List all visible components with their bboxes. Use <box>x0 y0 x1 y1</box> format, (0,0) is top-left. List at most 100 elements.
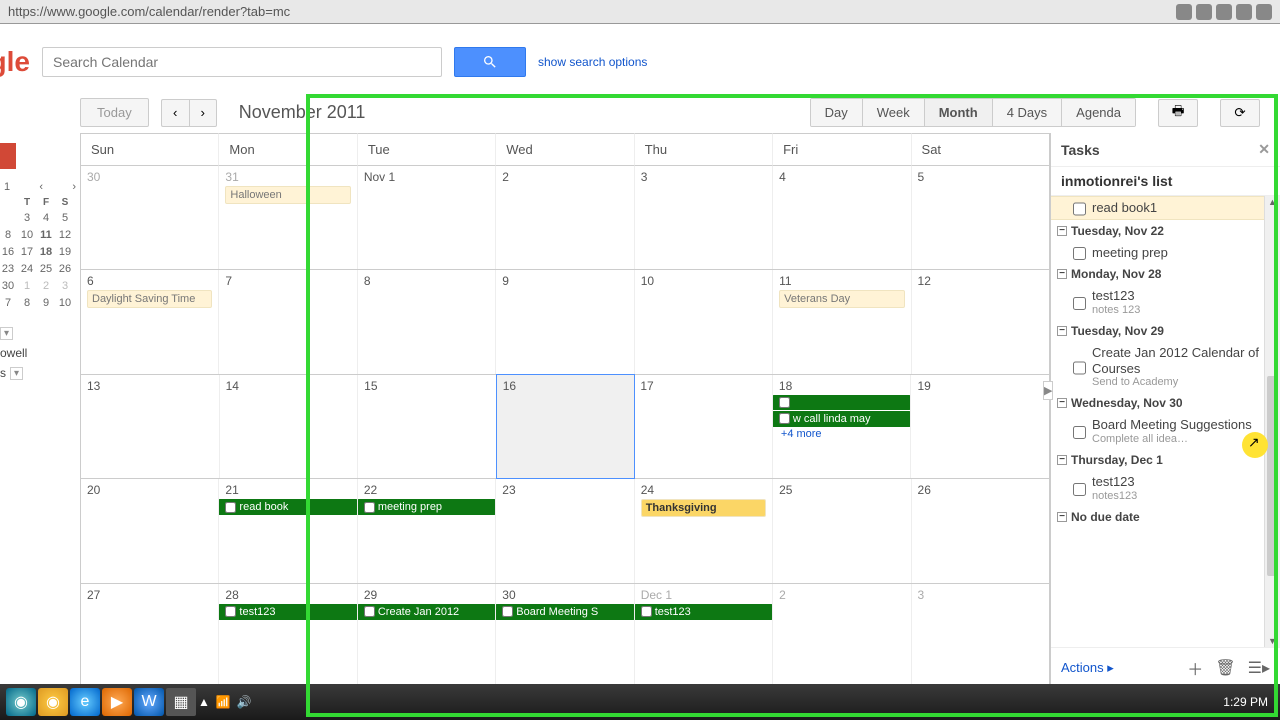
task-item[interactable]: meeting prep <box>1051 242 1280 264</box>
task-checkbox[interactable] <box>779 413 790 424</box>
taskbar-app-icon[interactable]: ▦ <box>166 688 196 716</box>
day-cell[interactable]: 6Daylight Saving Time <box>81 270 219 373</box>
view-tab-day[interactable]: Day <box>811 99 863 126</box>
start-button[interactable]: ◉ <box>6 688 36 716</box>
collapse-icon[interactable]: − <box>1057 398 1067 408</box>
close-icon[interactable]: ✕ <box>1258 141 1270 158</box>
tasks-actions-menu[interactable]: Actions ▸ <box>1061 660 1114 676</box>
day-cell[interactable]: Dec 1test123 <box>635 584 773 687</box>
refresh-button[interactable]: ⟳ <box>1220 99 1260 127</box>
task-group-header[interactable]: −Wednesday, Nov 30 <box>1051 392 1280 414</box>
task-list-menu-icon[interactable]: ☰▸ <box>1248 658 1270 678</box>
search-button[interactable] <box>454 47 526 77</box>
taskbar-clock[interactable]: 1:29 PM <box>1223 695 1274 709</box>
calendar-event[interactable]: meeting prep <box>358 499 496 515</box>
taskbar-ie-icon[interactable]: e <box>70 688 100 716</box>
day-cell[interactable]: 26 <box>912 479 1049 582</box>
task-group-header[interactable]: −No due date <box>1051 506 1280 528</box>
create-button[interactable] <box>0 143 16 169</box>
day-cell[interactable]: 19 <box>911 375 1049 478</box>
scrollbar-thumb[interactable] <box>1267 376 1278 576</box>
task-item[interactable]: test123notes 123 <box>1051 285 1280 320</box>
taskbar-word-icon[interactable]: W <box>134 688 164 716</box>
windows-taskbar[interactable]: ◉ ◉ e ▶ W ▦ ▲ 📶 🔊 1:29 PM <box>0 684 1280 720</box>
show-search-options-link[interactable]: show search options <box>538 55 647 69</box>
task-checkbox[interactable] <box>364 606 375 617</box>
task-checkbox[interactable] <box>502 606 513 617</box>
day-cell[interactable]: 15 <box>358 375 497 478</box>
day-cell[interactable]: 28test123 <box>219 584 357 687</box>
mini-calendar[interactable]: 1 ‹ › TFS3458101112161718192324252630123… <box>0 181 80 310</box>
task-item[interactable]: test123notes123 <box>1051 471 1280 506</box>
collapse-icon[interactable]: − <box>1057 512 1067 522</box>
task-group-header[interactable]: −Tuesday, Nov 29 <box>1051 320 1280 342</box>
my-calendars-header[interactable]: ▾ <box>0 324 80 343</box>
day-cell[interactable]: 9 <box>496 270 634 373</box>
view-tab-agenda[interactable]: Agenda <box>1062 99 1135 126</box>
day-cell[interactable]: 3 <box>635 166 773 269</box>
day-cell[interactable]: 4 <box>773 166 911 269</box>
task-checkbox[interactable] <box>779 397 790 408</box>
search-input[interactable] <box>42 47 442 77</box>
day-cell[interactable]: 18w call linda may+4 more <box>773 375 912 478</box>
day-cell[interactable]: 27 <box>81 584 219 687</box>
calendar-entry[interactable]: owell <box>0 343 80 363</box>
day-cell[interactable]: 29Create Jan 2012 <box>358 584 496 687</box>
task-checkbox[interactable] <box>225 502 236 513</box>
calendar-event[interactable]: read book <box>219 499 357 515</box>
calendar-event[interactable]: test123 <box>635 604 773 620</box>
calendar-event[interactable]: Board Meeting S <box>496 604 634 620</box>
day-cell[interactable]: 3 <box>912 584 1049 687</box>
taskbar-media-icon[interactable]: ▶ <box>102 688 132 716</box>
day-cell[interactable]: 30 <box>81 166 219 269</box>
task-checkbox[interactable] <box>364 502 375 513</box>
view-tab-4-days[interactable]: 4 Days <box>993 99 1062 126</box>
task-checkbox[interactable] <box>1073 476 1086 503</box>
taskbar-chrome-icon[interactable]: ◉ <box>38 688 68 716</box>
day-cell[interactable]: 10 <box>635 270 773 373</box>
day-cell[interactable]: 21read book <box>219 479 357 582</box>
view-tab-week[interactable]: Week <box>863 99 925 126</box>
more-events-link[interactable]: +4 more <box>779 428 905 440</box>
day-cell[interactable]: 30Board Meeting S <box>496 584 634 687</box>
next-month-button[interactable]: › <box>189 99 217 127</box>
task-checkbox[interactable] <box>1073 202 1086 216</box>
day-cell[interactable]: 23 <box>496 479 634 582</box>
scroll-down-icon[interactable]: ▼ <box>1265 636 1280 646</box>
view-tab-month[interactable]: Month <box>925 99 993 126</box>
day-cell[interactable]: 25 <box>773 479 911 582</box>
day-cell[interactable]: Nov 1 <box>358 166 496 269</box>
prev-month-button[interactable]: ‹ <box>161 99 189 127</box>
task-checkbox[interactable] <box>1073 347 1086 389</box>
day-cell[interactable]: 14 <box>220 375 359 478</box>
delete-task-icon[interactable]: 🗑 <box>1215 658 1235 678</box>
day-cell[interactable]: 2 <box>496 166 634 269</box>
task-checkbox[interactable] <box>1073 290 1086 317</box>
print-button[interactable]: 🖶 <box>1158 99 1198 127</box>
day-cell[interactable]: 7 <box>219 270 357 373</box>
collapse-icon[interactable]: − <box>1057 455 1067 465</box>
calendar-event[interactable]: Veterans Day <box>779 290 904 308</box>
task-group-header[interactable]: −Tuesday, Nov 22 <box>1051 220 1280 242</box>
mini-prev-icon[interactable]: ‹ <box>39 181 43 193</box>
task-item[interactable]: Create Jan 2012 Calendar of CoursesSend … <box>1051 342 1280 392</box>
tasks-scrollbar[interactable]: ▲ ▼ <box>1264 196 1280 647</box>
task-group-header[interactable]: −Monday, Nov 28 <box>1051 263 1280 285</box>
day-cell[interactable]: 31Halloween <box>219 166 357 269</box>
add-task-icon[interactable]: ＋ <box>1187 656 1203 680</box>
day-cell[interactable]: 5 <box>912 166 1049 269</box>
day-cell[interactable]: 12 <box>912 270 1049 373</box>
day-cell[interactable]: 22meeting prep <box>358 479 496 582</box>
day-cell[interactable]: 11Veterans Day <box>773 270 911 373</box>
day-cell[interactable]: 2 <box>773 584 911 687</box>
tasks-body[interactable]: read book1❯−Tuesday, Nov 22meeting prep−… <box>1051 195 1280 648</box>
calendar-event[interactable] <box>773 395 912 410</box>
day-cell[interactable]: 17 <box>634 375 773 478</box>
task-checkbox[interactable] <box>225 606 236 617</box>
day-cell[interactable]: 24Thanksgiving <box>635 479 773 582</box>
day-cell[interactable]: 16 <box>496 374 636 479</box>
calendar-event[interactable]: w call linda may <box>773 411 912 427</box>
task-item[interactable]: read book1❯ <box>1051 196 1280 220</box>
calendar-entry[interactable]: s ▾ <box>0 363 80 383</box>
scroll-up-icon[interactable]: ▲ <box>1265 197 1280 207</box>
